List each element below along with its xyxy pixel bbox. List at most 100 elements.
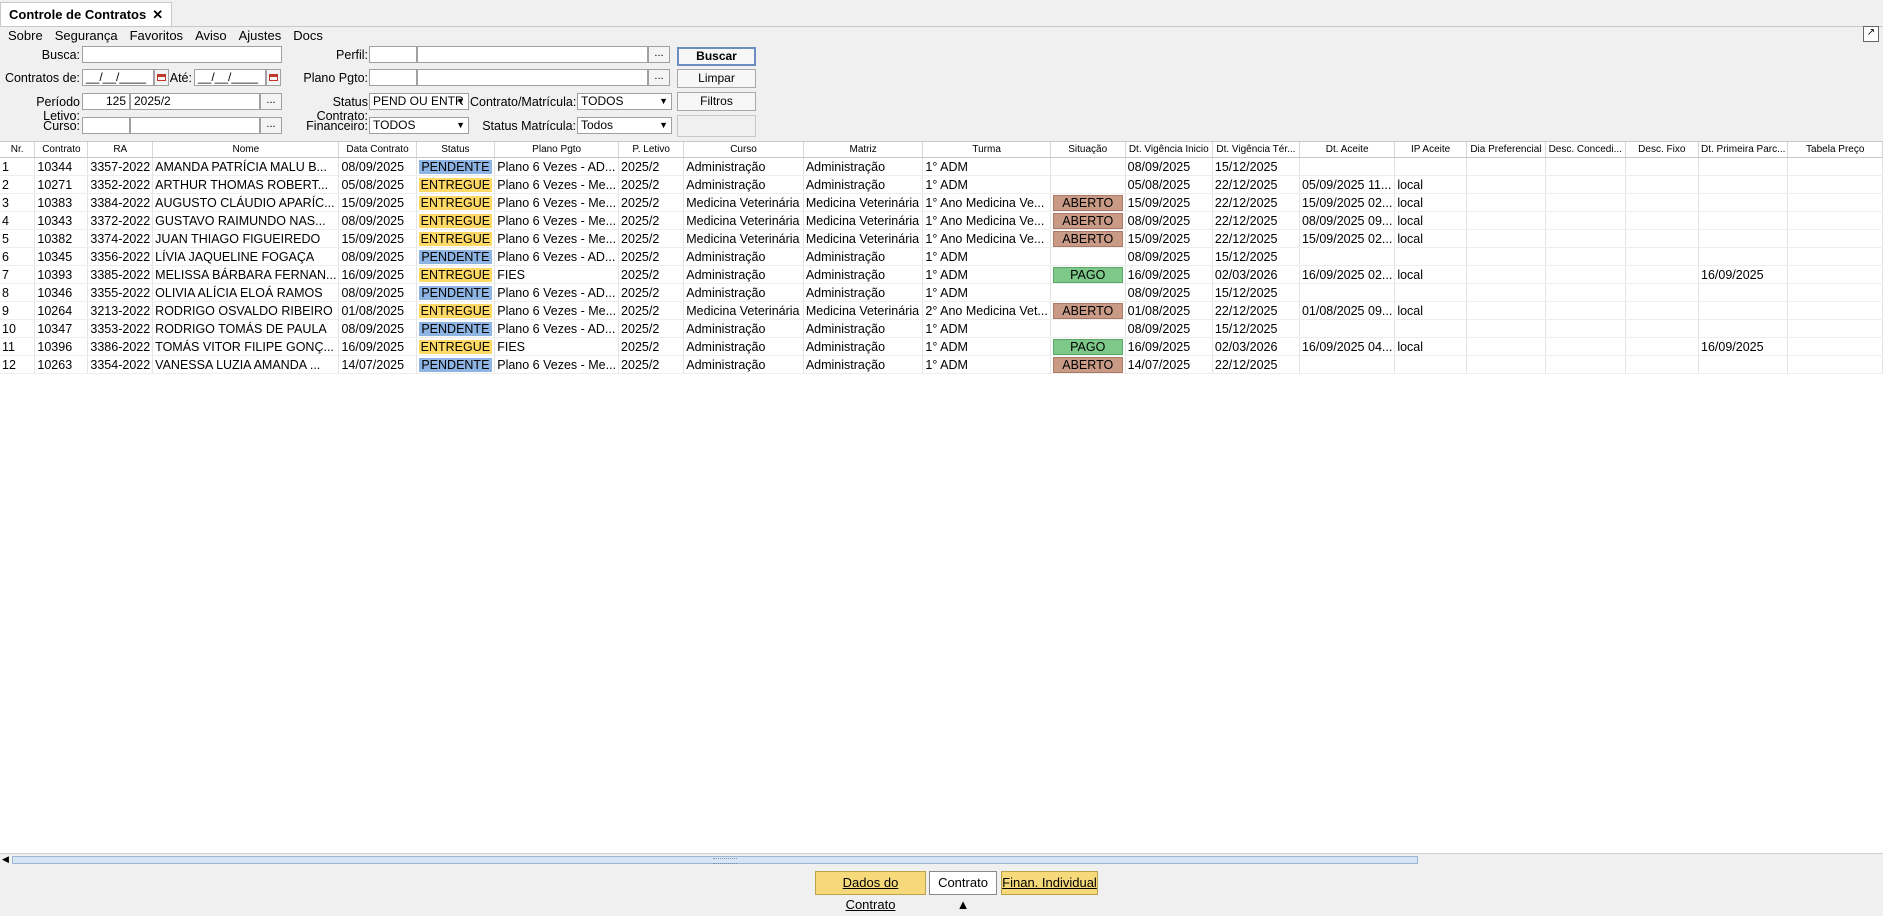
status-matricula-select[interactable]: Todos ▼ xyxy=(577,117,672,134)
table-cell: 15/12/2025 xyxy=(1212,283,1300,302)
column-header[interactable]: IP Aceite xyxy=(1394,142,1467,158)
perfil-lookup-button[interactable]: ... xyxy=(648,46,670,63)
table-cell: VANESSA LUZIA AMANDA ... xyxy=(152,355,340,374)
column-header[interactable]: Dt. Primeira Parc... xyxy=(1698,142,1789,158)
column-header[interactable]: Dt. Vigência Tér... xyxy=(1212,142,1300,158)
table-cell xyxy=(1625,355,1700,374)
scrollbar-thumb[interactable] xyxy=(12,856,1418,864)
table-cell: 22/12/2025 xyxy=(1212,229,1300,248)
menu-aviso[interactable]: Aviso xyxy=(195,28,227,43)
table-cell: 15/09/2025 xyxy=(338,229,417,248)
table-cell: 9 xyxy=(0,301,36,320)
financeiro-select[interactable]: TODOS ▼ xyxy=(369,117,469,134)
calendar-icon[interactable] xyxy=(266,69,281,86)
table-row[interactable]: 12 10263 3354-2022 VANESSA LUZIA AMANDA ...… xyxy=(0,355,1883,374)
table-cell xyxy=(1787,319,1883,338)
column-header[interactable]: RA xyxy=(87,142,154,158)
column-header[interactable]: Nome xyxy=(152,142,340,158)
table-cell xyxy=(1466,301,1546,320)
table-cell: 02/03/2026 xyxy=(1212,337,1300,356)
table-cell: 3354-2022 xyxy=(87,355,154,374)
table-row[interactable]: 4 10343 3372-2022 GUSTAVO RAIMUNDO NAS... 08… xyxy=(0,211,1883,230)
table-cell xyxy=(1787,247,1883,266)
table-row[interactable]: 7 10393 3385-2022 MELISSA BÁRBARA FERNAN...… xyxy=(0,265,1883,284)
table-row[interactable]: 2 10271 3352-2022 ARTHUR THOMAS ROBERT... 05… xyxy=(0,175,1883,194)
plano-name-input[interactable] xyxy=(417,69,648,86)
scroll-left-icon[interactable]: ◀ xyxy=(2,854,9,865)
limpar-button[interactable]: Limpar xyxy=(677,69,756,88)
column-header[interactable]: Desc. Concedi... xyxy=(1545,142,1626,158)
menu-ajustes[interactable]: Ajustes xyxy=(239,28,282,43)
column-header[interactable]: Data Contrato xyxy=(338,142,417,158)
table-cell: 1° Ano Medicina Ve... xyxy=(922,229,1051,248)
menu-seguranca[interactable]: Segurança xyxy=(55,28,118,43)
column-header[interactable]: Turma xyxy=(922,142,1051,158)
table-cell: 15/09/2025 xyxy=(338,193,417,212)
contratos-de-input[interactable]: __/__/____ xyxy=(82,69,154,86)
column-header[interactable]: Dt. Vigência Inicio xyxy=(1125,142,1213,158)
column-header[interactable]: Tabela Preço xyxy=(1787,142,1883,158)
column-header[interactable]: Nr. xyxy=(0,142,36,158)
table-row[interactable]: 1 10344 3357-2022 AMANDA PATRÍCIA MALU B...… xyxy=(0,157,1883,176)
table-cell: Administração xyxy=(803,337,924,356)
status-badge: PENDENTE xyxy=(418,159,493,174)
contrato-menu-button[interactable]: Contrato ▲ xyxy=(929,871,997,912)
dados-contrato-button[interactable]: Dados do Contrato xyxy=(815,871,926,912)
column-header[interactable]: Desc. Fixo xyxy=(1625,142,1700,158)
column-header[interactable]: Matriz xyxy=(803,142,924,158)
column-header[interactable]: Status xyxy=(416,142,496,158)
table-cell: Plano 6 Vezes - AD... xyxy=(494,283,620,302)
contrato-matricula-label: Contrato/Matrícula: xyxy=(470,95,577,109)
column-header[interactable]: Curso xyxy=(683,142,804,158)
popout-icon[interactable]: ↗ xyxy=(1863,26,1879,42)
table-row[interactable]: 11 10396 3386-2022 TOMÁS VITOR FILIPE GONÇ.… xyxy=(0,337,1883,356)
calendar-icon[interactable] xyxy=(154,69,169,86)
menu-sobre[interactable]: Sobre xyxy=(8,28,43,43)
column-header[interactable]: Contrato xyxy=(34,142,89,158)
menu-favoritos[interactable]: Favoritos xyxy=(130,28,183,43)
finan-individual-button[interactable]: Finan. Individual xyxy=(1001,871,1098,895)
curso-code-input[interactable] xyxy=(82,117,130,134)
column-header[interactable]: Plano Pgto xyxy=(494,142,620,158)
filtros-button[interactable]: Filtros xyxy=(677,92,756,111)
periodo-lookup-button[interactable]: ... xyxy=(260,93,282,110)
busca-input[interactable] xyxy=(82,46,282,63)
table-row[interactable]: 9 10264 3213-2022 RODRIGO OSVALDO RIBEIRO 01… xyxy=(0,301,1883,320)
column-header[interactable]: Dt. Aceite xyxy=(1299,142,1396,158)
plano-lookup-button[interactable]: ... xyxy=(648,69,670,86)
ate-input[interactable]: __/__/____ xyxy=(194,69,266,86)
horizontal-scrollbar[interactable]: ◀ xyxy=(0,853,1883,866)
column-header[interactable]: Situação xyxy=(1050,142,1126,158)
curso-lookup-button[interactable]: ... xyxy=(260,117,282,134)
menu-docs[interactable]: Docs xyxy=(293,28,323,43)
table-cell: ENTREGUE xyxy=(416,229,496,248)
column-header[interactable]: Dia Preferencial xyxy=(1466,142,1546,158)
table-cell xyxy=(1466,175,1546,194)
table-cell: 11 xyxy=(0,337,36,356)
column-header[interactable]: P. Letivo xyxy=(618,142,685,158)
table-cell xyxy=(1545,229,1626,248)
table-row[interactable]: 8 10346 3355-2022 OLIVIA ALÍCIA ELOÁ RAMOS 0… xyxy=(0,283,1883,302)
contracts-table-container[interactable]: Nr. Contrato RA Nome Data Contrato Status Plan… xyxy=(0,141,1883,854)
buscar-button[interactable]: Buscar xyxy=(677,47,756,66)
table-cell: local xyxy=(1394,211,1467,230)
perfil-name-input[interactable] xyxy=(417,46,648,63)
periodo-name-input[interactable]: 2025/2 xyxy=(130,93,260,110)
table-row[interactable]: 10 10347 3353-2022 RODRIGO TOMÁS DE PAULA 08… xyxy=(0,319,1883,338)
table-cell: 16/09/2025 xyxy=(338,337,417,356)
curso-name-input[interactable] xyxy=(130,117,260,134)
table-row[interactable]: 6 10345 3356-2022 LÍVIA JAQUELINE FOGAÇA 08/… xyxy=(0,247,1883,266)
tab-controle-contratos[interactable]: Controle de Contratos ✕ xyxy=(0,2,173,26)
perfil-code-input[interactable] xyxy=(369,46,417,63)
table-cell: Medicina Veterinária xyxy=(803,211,924,230)
table-cell: ENTREGUE xyxy=(416,175,496,194)
status-contrato-select[interactable]: PEND OU ENTR ▼ xyxy=(369,93,469,110)
table-cell: 10347 xyxy=(34,319,89,338)
plano-code-input[interactable] xyxy=(369,69,417,86)
close-icon[interactable]: ✕ xyxy=(152,7,163,23)
table-row[interactable]: 3 10383 3384-2022 AUGUSTO CLÁUDIO APARÍC...… xyxy=(0,193,1883,212)
contrato-matricula-select[interactable]: TODOS ▼ xyxy=(577,93,672,110)
table-cell: 4 xyxy=(0,211,36,230)
periodo-code-input[interactable]: 125 xyxy=(82,93,130,110)
table-row[interactable]: 5 10382 3374-2022 JUAN THIAGO FIGUEIREDO 15/… xyxy=(0,229,1883,248)
